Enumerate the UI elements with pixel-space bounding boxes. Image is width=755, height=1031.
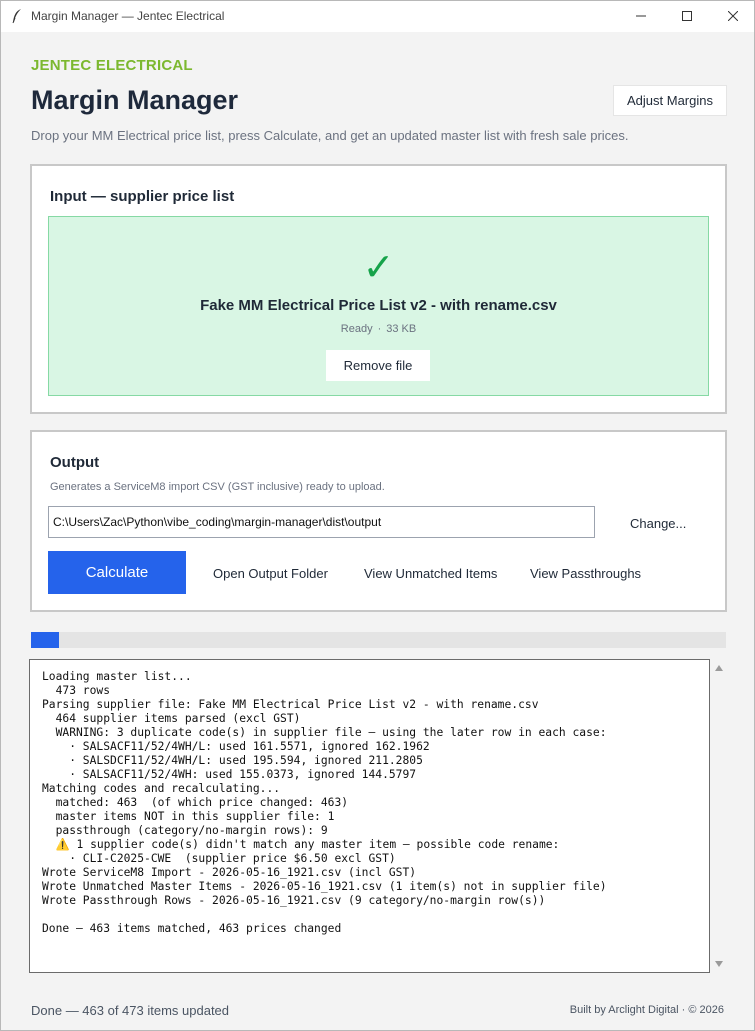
- brand-label: JENTEC ELECTRICAL: [31, 57, 193, 74]
- log-panel[interactable]: Loading master list... 473 rows Parsing s…: [29, 659, 710, 973]
- log-text: Loading master list... 473 rows Parsing s…: [42, 670, 701, 964]
- app-window: Margin Manager — Jentec Electrical JENTE…: [0, 0, 755, 1031]
- scroll-up-icon[interactable]: [715, 665, 723, 671]
- log-line: · CLI-C2025-CWE (supplier price $6.50 ex…: [42, 852, 396, 865]
- view-passthroughs-button[interactable]: View Passthroughs: [530, 566, 641, 581]
- credit-text: Built by Arclight Digital · © 2026: [569, 1004, 724, 1016]
- log-line: Matching codes and recalculating...: [42, 782, 281, 795]
- output-path-input[interactable]: [48, 506, 595, 538]
- log-line: passthrough (category/no-margin rows): 9: [42, 824, 328, 837]
- page-title: Margin Manager: [31, 85, 239, 115]
- close-icon: [727, 8, 739, 26]
- checkmark-icon: ✓: [362, 247, 395, 289]
- window-title: Margin Manager — Jentec Electrical: [31, 9, 225, 23]
- progress-bar: [31, 632, 726, 648]
- file-size: 33 KB: [386, 323, 417, 335]
- page-subtitle: Drop your MM Electrical price list, pres…: [31, 128, 629, 143]
- log-line: 473 rows: [42, 684, 111, 697]
- output-card-title: Output: [50, 454, 100, 471]
- log-line: · SALSACF11/52/4WH/L: used 161.5571, ign…: [42, 740, 430, 753]
- file-status-text: Ready: [340, 323, 373, 335]
- log-line: 464 supplier items parsed (excl GST): [42, 712, 301, 725]
- log-line: Done — 463 items matched, 463 prices cha…: [42, 922, 342, 935]
- scroll-down-icon[interactable]: [715, 961, 723, 967]
- input-card: Input — supplier price list ✓ Fake MM El…: [30, 164, 727, 414]
- log-line: WARNING: 3 duplicate code(s) in supplier…: [42, 726, 607, 739]
- minimize-icon: [636, 8, 646, 26]
- log-line: ⚠️ 1 supplier code(s) didn't match any m…: [42, 838, 560, 851]
- output-card: Output Generates a ServiceM8 import CSV …: [30, 430, 727, 612]
- log-scrollbar[interactable]: [711, 659, 727, 973]
- minimize-button[interactable]: [618, 1, 664, 32]
- view-unmatched-items-button[interactable]: View Unmatched Items: [364, 566, 497, 581]
- maximize-icon: [682, 8, 692, 26]
- feather-icon: [11, 8, 23, 24]
- close-button[interactable]: [710, 1, 755, 32]
- file-status: Ready · 33 KB: [49, 323, 708, 335]
- adjust-margins-button[interactable]: Adjust Margins: [613, 85, 727, 116]
- change-folder-button[interactable]: Change...: [630, 516, 686, 531]
- log-line: Parsing supplier file: Fake MM Electrica…: [42, 698, 539, 711]
- log-line: · SALSDCF11/52/4WH/L: used 195.594, igno…: [42, 754, 423, 767]
- log-line: Wrote Unmatched Master Items - 2026-05-1…: [42, 880, 607, 893]
- file-name: Fake MM Electrical Price List v2 - with …: [200, 297, 557, 314]
- progress-fill: [31, 632, 59, 648]
- status-separator: ·: [377, 323, 382, 335]
- log-line: matched: 463 (of which price changed: 46…: [42, 796, 349, 809]
- output-description: Generates a ServiceM8 import CSV (GST in…: [50, 481, 385, 493]
- status-text: Done — 463 of 473 items updated: [31, 1003, 230, 1018]
- log-line: master items NOT in this supplier file: …: [42, 810, 335, 823]
- log-line: Wrote Passthrough Rows - 2026-05-16_1921…: [42, 894, 546, 907]
- remove-file-button[interactable]: Remove file: [326, 350, 430, 381]
- log-line: Loading master list...: [42, 670, 192, 683]
- title-bar[interactable]: Margin Manager — Jentec Electrical: [1, 1, 754, 32]
- log-line: · SALSACF11/52/4WH: used 155.0373, ignor…: [42, 768, 417, 781]
- calculate-button[interactable]: Calculate: [48, 551, 186, 594]
- input-card-title: Input — supplier price list: [50, 188, 235, 205]
- maximize-button[interactable]: [664, 1, 710, 32]
- file-dropzone[interactable]: ✓ Fake MM Electrical Price List v2 - wit…: [48, 216, 709, 396]
- open-output-folder-button[interactable]: Open Output Folder: [213, 566, 328, 581]
- log-line: Wrote ServiceM8 Import - 2026-05-16_1921…: [42, 866, 417, 879]
